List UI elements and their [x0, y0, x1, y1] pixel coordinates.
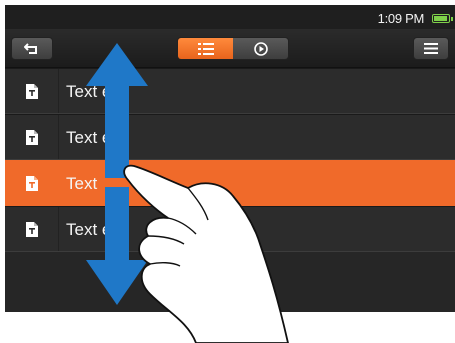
text-file-icon	[25, 129, 38, 145]
back-arrow-icon	[24, 42, 37, 54]
list-item[interactable]: Text e 1	[5, 68, 455, 114]
list-item[interactable]: Text e 2	[5, 114, 455, 160]
list-item[interactable]: Text e 4	[5, 206, 455, 252]
list-item-selected[interactable]: Text	[5, 160, 455, 206]
text-file-icon	[25, 175, 38, 191]
list-item-label: Text	[66, 174, 98, 193]
list-item-label: Text e 1	[66, 82, 126, 101]
battery-icon	[432, 14, 453, 23]
toolbar	[5, 29, 455, 68]
text-file-icon	[25, 221, 38, 237]
list-item-label: Text e 4	[66, 220, 126, 239]
view-mode-toggle	[177, 37, 289, 60]
now-playing-tab[interactable]	[233, 38, 288, 59]
play-icon	[253, 41, 268, 56]
empty-list-area	[5, 252, 455, 312]
file-list: Text e 1 Text e 2 Text Text e 4	[5, 68, 455, 252]
hamburger-menu-icon	[424, 43, 438, 54]
device-screen: 1:09 PM Text e 1 Text e 2 Text Text e 4	[5, 5, 455, 312]
list-view-icon	[197, 42, 214, 55]
menu-button[interactable]	[413, 37, 449, 60]
status-bar: 1:09 PM	[5, 5, 455, 29]
list-item-label: Text e 2	[66, 128, 126, 147]
list-view-tab[interactable]	[178, 38, 233, 59]
back-button[interactable]	[11, 37, 53, 60]
text-file-icon	[25, 83, 38, 99]
clock: 1:09 PM	[377, 11, 425, 26]
